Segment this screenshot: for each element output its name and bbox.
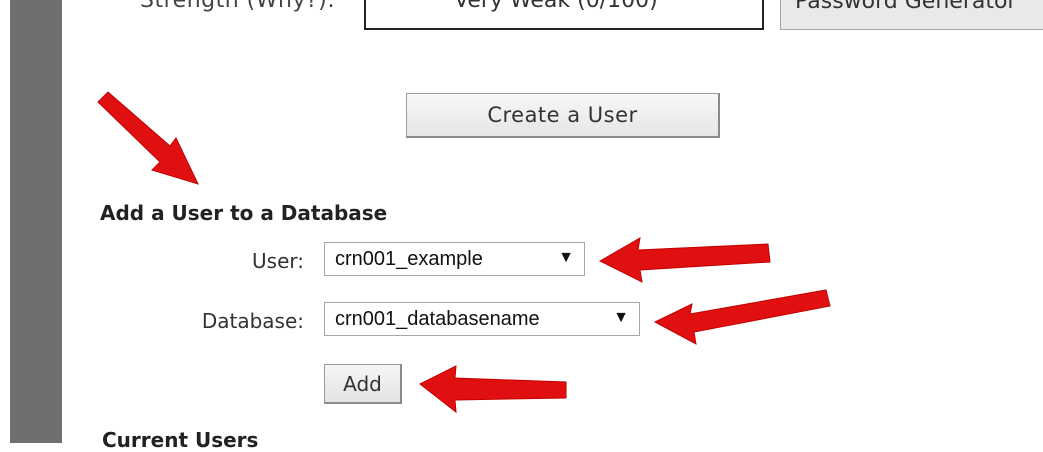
annotation-arrows bbox=[97, 91, 831, 414]
arrow-icon bbox=[598, 237, 771, 283]
arrow-icon bbox=[97, 91, 199, 185]
arrow-icon bbox=[419, 365, 567, 414]
arrow-icon bbox=[653, 289, 831, 345]
